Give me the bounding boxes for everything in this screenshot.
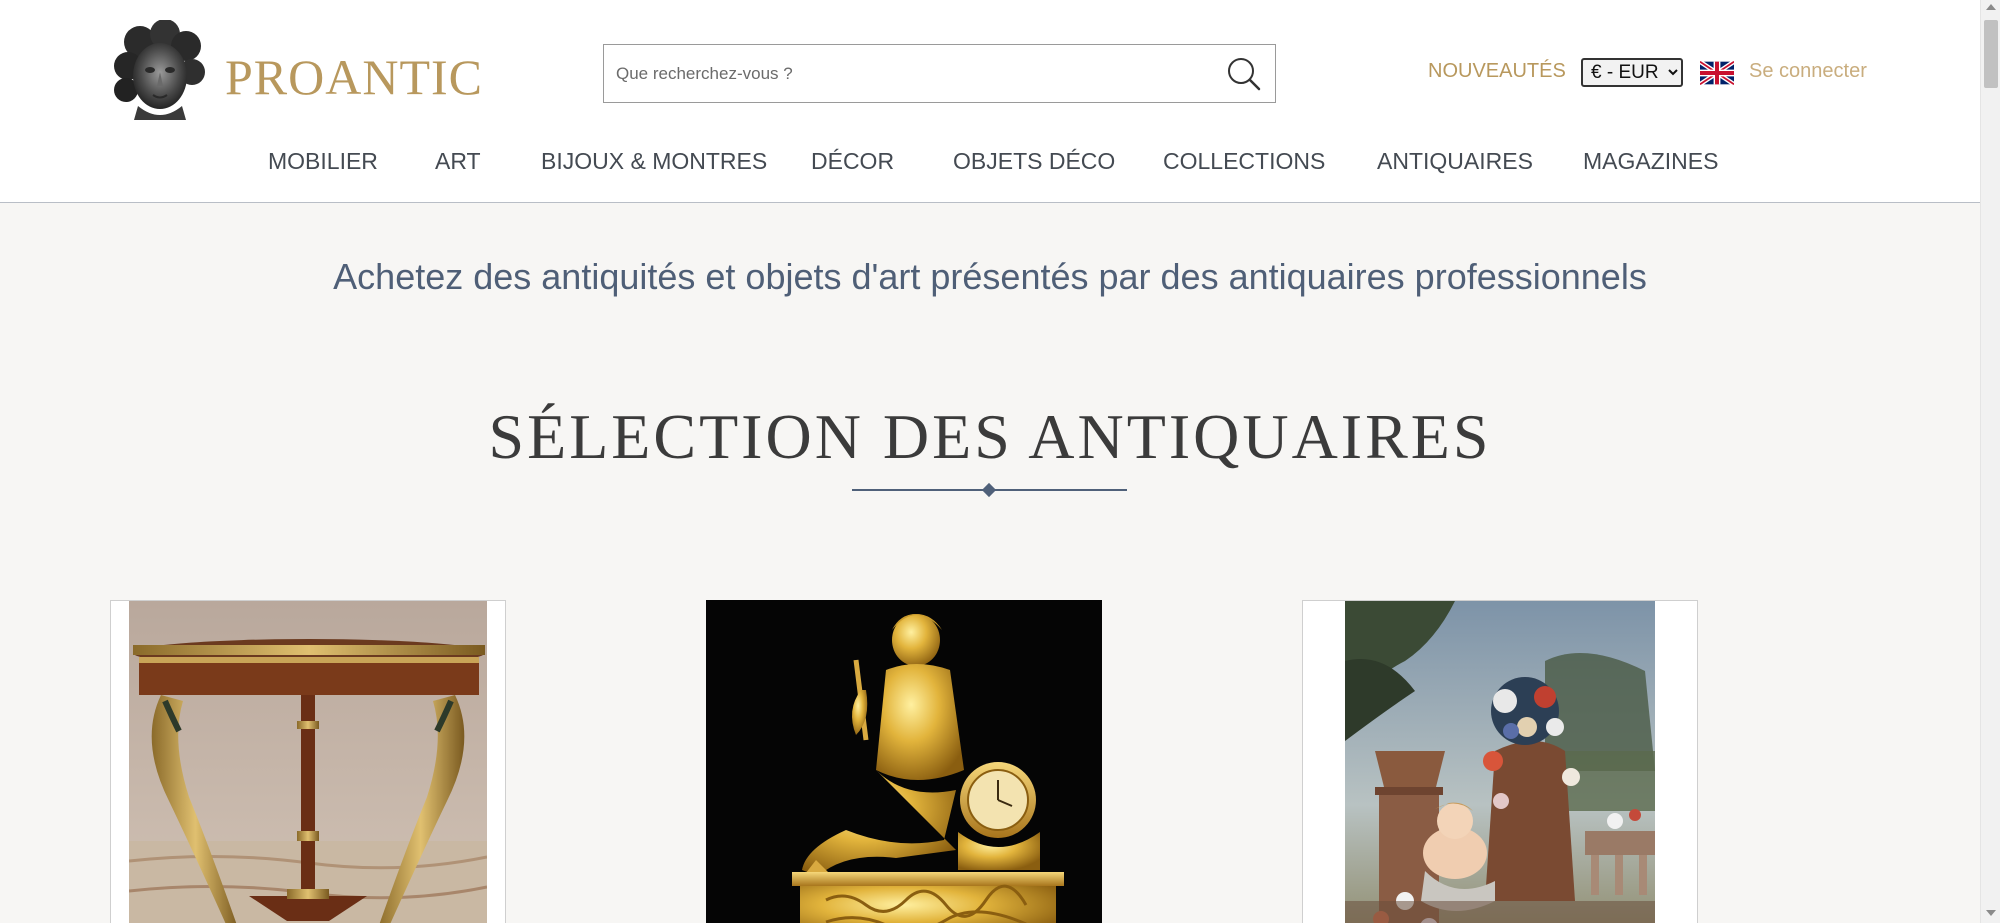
search-bar [603, 44, 1276, 103]
nav-item-bijoux-montres[interactable]: BIJOUX & MONTRES [541, 148, 767, 175]
nouveautes-link[interactable]: NOUVEAUTÉS [1428, 60, 1566, 83]
currency-select[interactable]: € - EUR [1581, 58, 1683, 87]
logo-text[interactable]: PROANTIC [225, 48, 483, 106]
nav-item-magazines[interactable]: MAGAZINES [1583, 148, 1718, 175]
title-divider-diamond [981, 482, 997, 498]
main-nav: MOBILIER ART BIJOUX & MONTRES DÉCOR OBJE… [0, 148, 1980, 182]
nav-item-decor[interactable]: DÉCOR [811, 148, 894, 175]
tagline: Achetez des antiquités et objets d'art p… [333, 256, 1647, 297]
scroll-up-icon[interactable] [1986, 4, 1996, 10]
nav-item-objets-deco[interactable]: OBJETS DÉCO [953, 148, 1115, 175]
bust-logo-icon[interactable] [110, 20, 206, 122]
search-input[interactable] [616, 45, 1196, 102]
nav-item-mobilier[interactable]: MOBILIER [268, 148, 378, 175]
site-header: PROANTIC NOUVEAUTÉS € - EUR Se connecter… [0, 0, 1980, 203]
section-title: SÉLECTION DES ANTIQUAIRES [488, 401, 1492, 472]
nav-item-collections[interactable]: COLLECTIONS [1163, 148, 1325, 175]
uk-flag-icon[interactable] [1700, 61, 1734, 85]
product-card[interactable] [706, 600, 1102, 923]
nav-item-art[interactable]: ART [435, 148, 481, 175]
login-link[interactable]: Se connecter [1749, 60, 1867, 83]
scrollbar-thumb[interactable] [1984, 20, 1998, 88]
scroll-down-icon[interactable] [1986, 910, 1996, 916]
search-icon[interactable] [1222, 53, 1264, 95]
product-image-clock [706, 600, 1102, 923]
product-card[interactable] [110, 600, 506, 923]
vertical-scrollbar[interactable] [1980, 0, 2000, 923]
nav-item-antiquaires[interactable]: ANTIQUAIRES [1377, 148, 1533, 175]
product-image-painting [1345, 601, 1655, 923]
product-card[interactable] [1302, 600, 1698, 923]
product-image-table [129, 601, 487, 923]
